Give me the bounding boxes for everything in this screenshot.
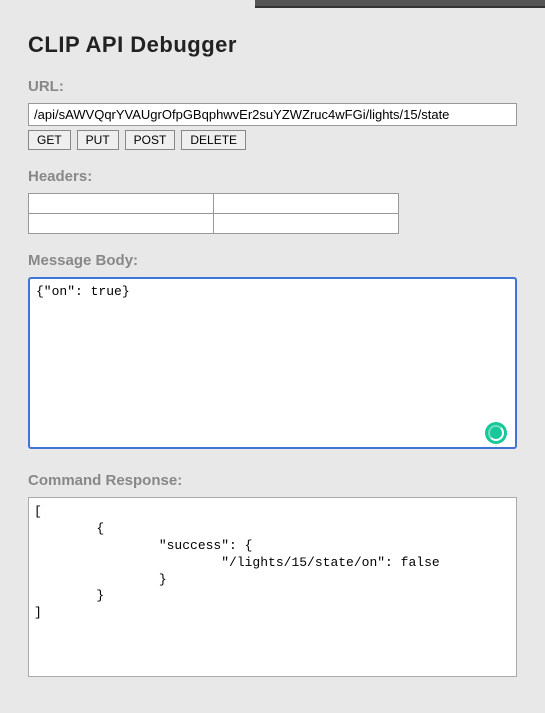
method-button-row: GET PUT POST DELETE (28, 130, 517, 150)
table-row (29, 214, 399, 234)
get-button[interactable]: GET (28, 130, 71, 150)
loading-spinner-icon (485, 422, 507, 444)
header-key-input[interactable] (29, 194, 213, 213)
headers-label: Headers: (28, 168, 517, 185)
main-container: CLIP API Debugger URL: GET PUT POST DELE… (0, 0, 545, 677)
header-key-input[interactable] (29, 214, 213, 233)
delete-button[interactable]: DELETE (181, 130, 246, 150)
url-input[interactable] (28, 103, 517, 126)
url-label: URL: (28, 78, 517, 95)
headers-table (28, 193, 399, 234)
header-value-input[interactable] (214, 214, 398, 233)
post-button[interactable]: POST (125, 130, 176, 150)
response-output: [ { "success": { "/lights/15/state/on": … (28, 497, 517, 677)
window-chrome-fragment (255, 0, 545, 8)
page-title: CLIP API Debugger (28, 32, 517, 58)
table-row (29, 194, 399, 214)
response-label: Command Response: (28, 472, 517, 489)
body-label: Message Body: (28, 252, 517, 269)
message-body-textarea[interactable] (28, 277, 517, 449)
header-value-input[interactable] (214, 194, 398, 213)
put-button[interactable]: PUT (77, 130, 119, 150)
